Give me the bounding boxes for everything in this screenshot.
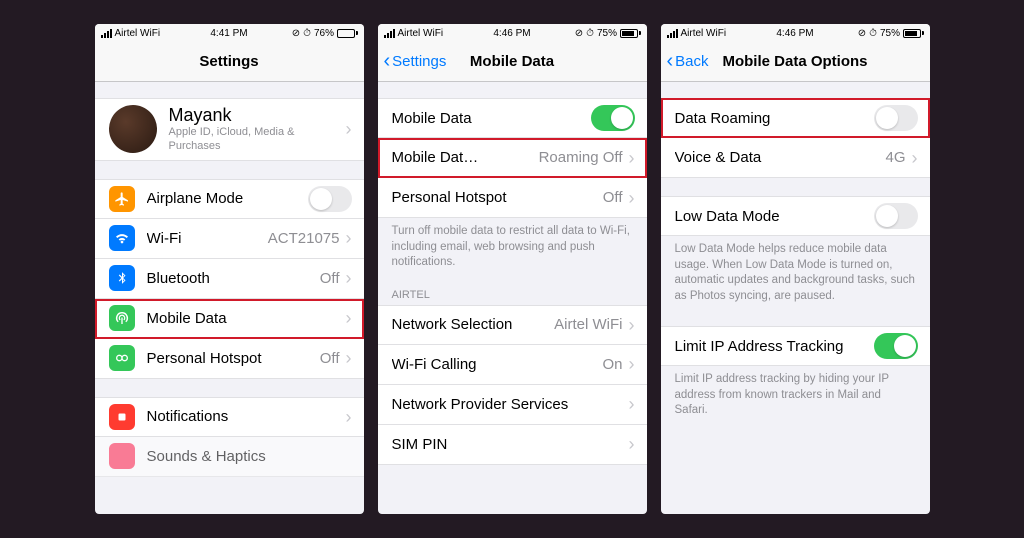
status-bar: Airtel WiFi 4:46 PM ⊘ ⏱ 75% [378, 24, 647, 42]
battery-icon [903, 29, 924, 38]
profile-subtitle: Apple ID, iCloud, Media & Purchases [169, 126, 344, 154]
chevron-right-icon: › [912, 149, 918, 167]
signal-icon [667, 29, 678, 38]
carrier-label: Airtel WiFi [398, 28, 444, 39]
status-time: 4:41 PM [210, 28, 247, 39]
wifi-icon [109, 225, 135, 251]
rotation-lock-icon: ⊘ [575, 28, 583, 39]
rotation-lock-icon: ⊘ [292, 28, 300, 39]
notifications-icon [109, 404, 135, 430]
wifi-row[interactable]: Wi-Fi ACT21075 › [95, 219, 364, 259]
carrier-label: Airtel WiFi [681, 28, 727, 39]
chevron-right-icon: › [346, 349, 352, 367]
hotspot-icon [109, 345, 135, 371]
battery-percent: 75% [597, 28, 617, 39]
page-title: Settings [199, 53, 258, 70]
nav-bar: Settings [95, 42, 364, 82]
chevron-right-icon: › [346, 229, 352, 247]
hotspot-row[interactable]: Personal Hotspot Off › [378, 178, 647, 218]
chevron-right-icon: › [629, 149, 635, 167]
voice-data-row[interactable]: Voice & Data 4G › [661, 138, 930, 178]
nav-bar: ‹ Settings Mobile Data [378, 42, 647, 82]
low-data-footer: Low Data Mode helps reduce mobile data u… [661, 236, 930, 308]
profile-name: Mayank [169, 105, 344, 126]
mobile-data-toggle-row[interactable]: Mobile Data [378, 98, 647, 138]
data-roaming-toggle[interactable] [874, 105, 918, 131]
mobile-options-value: Roaming Off [539, 149, 623, 166]
alarm-icon: ⏱ [586, 28, 594, 39]
mobile-data-options-screen: Airtel WiFi 4:46 PM ⊘ ⏱ 75% ‹ Back Mobil… [661, 24, 930, 514]
network-selection-row[interactable]: Network Selection Airtel WiFi › [378, 305, 647, 345]
data-roaming-row[interactable]: Data Roaming [661, 98, 930, 138]
alarm-icon: ⏱ [869, 28, 877, 39]
chevron-right-icon: › [346, 408, 352, 426]
chevron-left-icon: ‹ [384, 50, 391, 73]
hotspot-row[interactable]: Personal Hotspot Off › [95, 339, 364, 379]
network-selection-value: Airtel WiFi [554, 316, 622, 333]
status-time: 4:46 PM [493, 28, 530, 39]
page-title: Mobile Data Options [722, 53, 867, 70]
wifi-calling-row[interactable]: Wi-Fi Calling On › [378, 345, 647, 385]
battery-percent: 75% [880, 28, 900, 39]
battery-icon [620, 29, 641, 38]
bluetooth-value: Off [320, 270, 340, 287]
chevron-left-icon: ‹ [667, 50, 674, 73]
chevron-right-icon: › [346, 120, 352, 138]
chevron-right-icon: › [346, 309, 352, 327]
hotspot-value: Off [603, 189, 623, 206]
chevron-right-icon: › [629, 189, 635, 207]
airplane-mode-row[interactable]: Airplane Mode [95, 179, 364, 219]
rotation-lock-icon: ⊘ [858, 28, 866, 39]
page-title: Mobile Data [470, 53, 554, 70]
signal-icon [101, 29, 112, 38]
chevron-right-icon: › [346, 269, 352, 287]
section-header: AIRTEL [378, 275, 647, 305]
avatar [109, 105, 157, 153]
battery-icon [337, 29, 358, 38]
limit-ip-row[interactable]: Limit IP Address Tracking [661, 326, 930, 366]
footer-note: Turn off mobile data to restrict all dat… [378, 218, 647, 275]
mobile-data-options-row[interactable]: Mobile Dat… Roaming Off › [378, 138, 647, 178]
network-provider-row[interactable]: Network Provider Services › [378, 385, 647, 425]
airplane-icon [109, 186, 135, 212]
battery-percent: 76% [314, 28, 334, 39]
carrier-label: Airtel WiFi [115, 28, 161, 39]
profile-row[interactable]: Mayank Apple ID, iCloud, Media & Purchas… [95, 98, 364, 161]
nav-bar: ‹ Back Mobile Data Options [661, 42, 930, 82]
hotspot-value: Off [320, 350, 340, 367]
notifications-row[interactable]: Notifications › [95, 397, 364, 437]
alarm-icon: ⏱ [303, 28, 311, 39]
bluetooth-row[interactable]: Bluetooth Off › [95, 259, 364, 299]
bluetooth-icon [109, 265, 135, 291]
status-time: 4:46 PM [776, 28, 813, 39]
mobile-data-toggle[interactable] [591, 105, 635, 131]
status-bar: Airtel WiFi 4:46 PM ⊘ ⏱ 75% [661, 24, 930, 42]
back-button[interactable]: ‹ Back [667, 50, 709, 73]
sounds-row[interactable]: Sounds & Haptics [95, 437, 364, 477]
wifi-calling-value: On [602, 356, 622, 373]
antenna-icon [109, 305, 135, 331]
sounds-icon [109, 443, 135, 469]
low-data-mode-row[interactable]: Low Data Mode [661, 196, 930, 236]
limit-ip-toggle[interactable] [874, 333, 918, 359]
airplane-toggle[interactable] [308, 186, 352, 212]
wifi-value: ACT21075 [268, 230, 340, 247]
low-data-toggle[interactable] [874, 203, 918, 229]
chevron-right-icon: › [629, 435, 635, 453]
settings-screen: Airtel WiFi 4:41 PM ⊘ ⏱ 76% Settings May… [95, 24, 364, 514]
back-button[interactable]: ‹ Settings [384, 50, 447, 73]
limit-ip-footer: Limit IP address tracking by hiding your… [661, 366, 930, 423]
voice-data-value: 4G [885, 149, 905, 166]
signal-icon [384, 29, 395, 38]
mobile-data-row[interactable]: Mobile Data › [95, 299, 364, 339]
chevron-right-icon: › [629, 355, 635, 373]
status-bar: Airtel WiFi 4:41 PM ⊘ ⏱ 76% [95, 24, 364, 42]
chevron-right-icon: › [629, 316, 635, 334]
mobile-data-screen: Airtel WiFi 4:46 PM ⊘ ⏱ 75% ‹ Settings M… [378, 24, 647, 514]
chevron-right-icon: › [629, 395, 635, 413]
sim-pin-row[interactable]: SIM PIN › [378, 425, 647, 465]
